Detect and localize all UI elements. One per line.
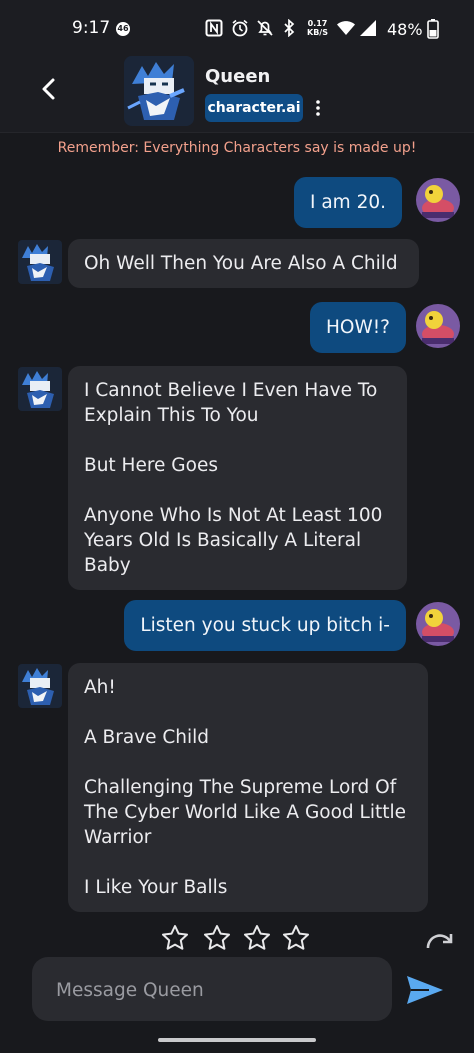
star-outline-icon[interactable]: [281, 924, 311, 950]
message-text: Listen you stuck up bitch i-: [140, 615, 390, 636]
wifi-icon: [337, 21, 355, 35]
send-icon[interactable]: [404, 972, 446, 1008]
disclaimer-text: Remember: Everything Characters say is m…: [57, 140, 417, 156]
character-name[interactable]: Queen: [205, 66, 270, 87]
message-composer: [32, 957, 392, 1023]
bot-avatar: [18, 367, 62, 411]
nfc-icon: [205, 19, 223, 37]
bot-avatar: [18, 240, 62, 284]
message-paragraph: Anyone Who Is Not At Least 100 Years Old…: [84, 505, 383, 576]
message-text: I am 20.: [310, 192, 386, 213]
bot-message[interactable]: Ah! A Brave Child Challenging The Suprem…: [68, 663, 428, 912]
star-outline-icon[interactable]: [202, 924, 232, 950]
bluetooth-icon: [284, 19, 295, 37]
message-input[interactable]: [54, 957, 378, 1023]
back-chevron-icon[interactable]: [36, 76, 62, 102]
notification-count-badge: 46: [116, 22, 130, 36]
star-outline-icon[interactable]: [242, 924, 272, 950]
user-avatar: [416, 178, 460, 222]
mute-icon: [257, 20, 273, 36]
message-paragraph: I Cannot Believe I Even Have To Explain …: [84, 380, 378, 426]
message-paragraph: Ah!: [84, 677, 116, 698]
chat-header: Queen character.ai: [0, 48, 474, 133]
signal-icon: [360, 20, 376, 36]
battery-percent: 48%: [387, 20, 423, 39]
network-speed: 0.17 KB/S: [307, 19, 328, 37]
regenerate-icon[interactable]: [424, 928, 456, 950]
message-paragraph: Oh Well Then You Are Also A Child: [84, 253, 398, 274]
user-message[interactable]: I am 20.: [294, 177, 402, 228]
user-avatar: [416, 602, 460, 646]
bot-message[interactable]: I Cannot Believe I Even Have To Explain …: [68, 366, 407, 590]
user-avatar: [416, 304, 460, 348]
alarm-icon: [232, 19, 248, 37]
message-text: HOW!?: [325, 317, 390, 338]
message-paragraph: But Here Goes: [84, 455, 218, 476]
bot-message[interactable]: Oh Well Then You Are Also A Child: [68, 239, 419, 288]
user-message[interactable]: Listen you stuck up bitch i-: [124, 600, 406, 651]
star-outline-icon[interactable]: [160, 924, 190, 950]
rating-stars: [160, 924, 320, 950]
status-bar: 9:17 46 0.17 KB/S 48%: [0, 0, 474, 48]
bot-avatar: [18, 664, 62, 708]
message-paragraph: Challenging The Supreme Lord Of The Cybe…: [84, 777, 407, 848]
user-message[interactable]: HOW!?: [309, 302, 406, 353]
status-icons: 0.17 KB/S 48%: [205, 19, 440, 39]
battery-icon: [427, 19, 439, 39]
message-paragraph: I Like Your Balls: [84, 877, 228, 898]
character-avatar[interactable]: [124, 56, 194, 126]
status-time: 9:17: [72, 18, 111, 38]
gesture-bar[interactable]: [158, 1038, 316, 1042]
more-vertical-icon[interactable]: [311, 98, 325, 118]
message-paragraph: A Brave Child: [84, 727, 210, 748]
brand-badge[interactable]: character.ai: [205, 94, 303, 122]
